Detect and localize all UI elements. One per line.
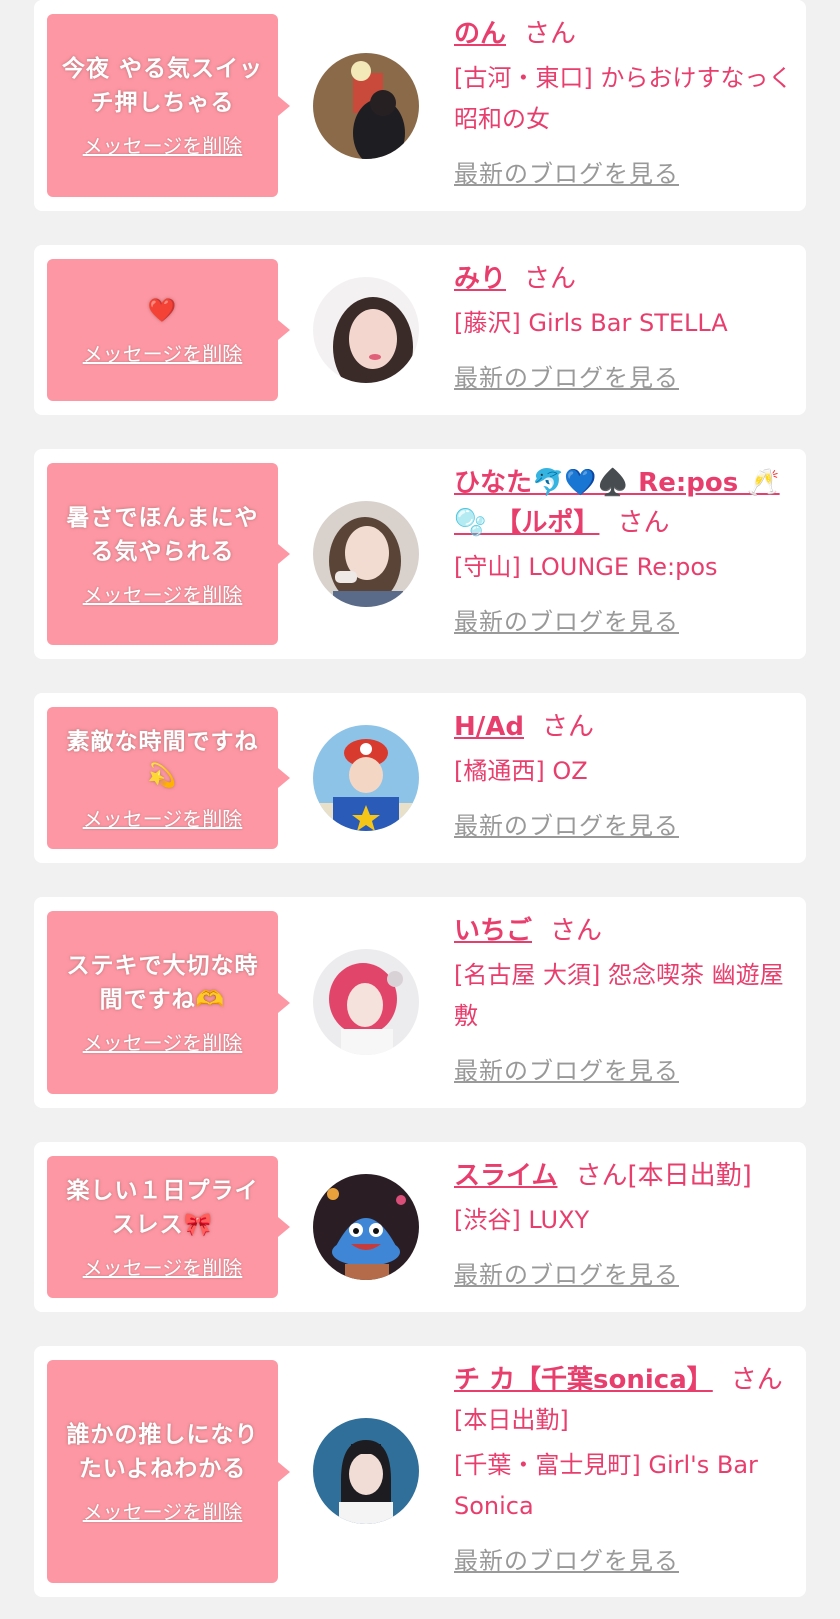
cast-name-link[interactable]: H/Ad [454,712,524,742]
avatar[interactable] [313,501,419,607]
message-bubble: 今夜 やる気スイッチ押しちゃる メッセージを削除 [47,14,290,197]
honorific: さん [524,19,577,49]
cast-name-link[interactable]: スライム [454,1161,557,1191]
avatar[interactable] [313,949,419,1055]
delete-message-link[interactable]: メッセージを削除 [83,1027,243,1056]
status-label: [本日出勤] [627,1161,752,1191]
message-bubble: ステキで大切な時間ですね🫶 メッセージを削除 [47,911,290,1094]
message-bubble: 誰かの推しになりたいよねわかる メッセージを削除 [47,1360,290,1583]
favorite-card: ❤️ メッセージを削除 みり さん [藤沢] Girls Bar STELLA 最… [34,245,806,415]
cast-info: H/Ad さん [橘通西] OZ 最新のブログを見る [454,707,794,841]
shop-name: [千葉・富士見町] Girl's Bar Sonica [454,1451,758,1520]
avatar[interactable] [313,725,419,831]
cast-info: いちご さん [名古屋 大須] 怨念喫茶 幽遊屋敷 最新のブログを見る [454,911,794,1086]
message-text: ステキで大切な時間ですね🫶 [66,953,259,1013]
cast-info: のん さん [古河・東口] からおけすなっく 昭和の女 最新のブログを見る [454,14,794,189]
cast-info: ひなた🐬💙♠️ Re:pos 🥂🫧 【ルポ】 さん [守山] LOUNGE Re:… [454,463,794,637]
honorific: さん [550,916,603,946]
message-bubble: ❤️ メッセージを削除 [47,259,290,401]
latest-blog-link[interactable]: 最新のブログを見る [454,1541,679,1576]
latest-blog-link[interactable]: 最新のブログを見る [454,358,679,393]
delete-message-link[interactable]: メッセージを削除 [83,1252,243,1281]
delete-message-link[interactable]: メッセージを削除 [83,130,243,159]
message-bubble: 暑さでほんまにやる気やられる メッセージを削除 [47,463,290,645]
cast-info: みり さん [藤沢] Girls Bar STELLA 最新のブログを見る [454,259,794,393]
shop-name: [守山] LOUNGE Re:pos [454,553,718,581]
shop-name: [渋谷] LUXY [454,1206,590,1234]
favorite-card: 誰かの推しになりたいよねわかる メッセージを削除 チ カ【千葉sonica】 さん… [34,1346,806,1597]
delete-message-link[interactable]: メッセージを削除 [83,803,243,832]
latest-blog-link[interactable]: 最新のブログを見る [454,1051,679,1086]
favorite-card: ステキで大切な時間ですね🫶 メッセージを削除 いちご さん [名古屋 大須] 怨念… [34,897,806,1108]
delete-message-link[interactable]: メッセージを削除 [83,579,243,608]
latest-blog-link[interactable]: 最新のブログを見る [454,154,679,189]
cast-name-link[interactable]: チ カ【千葉sonica】 [454,1365,713,1395]
message-bubble: 楽しい１日プライスレス🎀 メッセージを削除 [47,1156,290,1298]
message-text: 楽しい１日プライスレス🎀 [66,1177,259,1238]
latest-blog-link[interactable]: 最新のブログを見る [454,806,679,841]
cast-name-link[interactable]: みり [454,264,506,294]
message-text: 誰かの推しになりたいよねわかる [66,1422,259,1482]
cast-name-link[interactable]: のん [454,19,506,49]
favorite-card: 素敵な時間ですね💫 メッセージを削除 H/Ad さん [橘通西] OZ 最新のブロ… [34,693,806,863]
shop-name: [藤沢] Girls Bar STELLA [454,309,728,337]
honorific: さん [617,508,670,538]
latest-blog-link[interactable]: 最新のブログを見る [454,602,679,637]
status-label: [本日出勤] [454,1406,569,1434]
message-text: 今夜 やる気スイッチ押しちゃる [61,56,263,116]
delete-message-link[interactable]: メッセージを削除 [83,338,243,367]
avatar[interactable] [313,1174,419,1280]
favorites-list: 今夜 やる気スイッチ押しちゃる メッセージを削除 のん さん [古河・東口] から… [0,0,840,1619]
delete-message-link[interactable]: メッセージを削除 [83,1496,243,1525]
cast-info: スライム さん[本日出勤] [渋谷] LUXY 最新のブログを見る [454,1156,794,1290]
cast-name-link[interactable]: いちご [454,916,532,946]
honorific: さん [730,1365,783,1395]
favorite-card: 今夜 やる気スイッチ押しちゃる メッセージを削除 のん さん [古河・東口] から… [34,0,806,211]
honorific: さん [542,712,595,742]
shop-name: [名古屋 大須] 怨念喫茶 幽遊屋敷 [454,961,784,1030]
avatar[interactable] [313,277,419,383]
avatar[interactable] [313,1418,419,1524]
message-text: 素敵な時間ですね💫 [66,728,259,789]
message-text: ❤️ [147,297,178,324]
avatar[interactable] [313,53,419,159]
latest-blog-link[interactable]: 最新のブログを見る [454,1255,679,1290]
favorite-card: 楽しい１日プライスレス🎀 メッセージを削除 スライム さん[本日出勤] [渋谷] … [34,1142,806,1312]
message-bubble: 素敵な時間ですね💫 メッセージを削除 [47,707,290,849]
shop-name: [古河・東口] からおけすなっく 昭和の女 [454,64,793,133]
message-text: 暑さでほんまにやる気やられる [66,504,259,565]
honorific: さん [524,264,577,294]
favorite-card: 暑さでほんまにやる気やられる メッセージを削除 ひなた🐬💙♠️ Re:pos 🥂… [34,449,806,659]
honorific: さん [575,1161,628,1191]
shop-name: [橘通西] OZ [454,757,588,785]
cast-info: チ カ【千葉sonica】 さん [本日出勤] [千葉・富士見町] Girl's … [454,1360,794,1576]
